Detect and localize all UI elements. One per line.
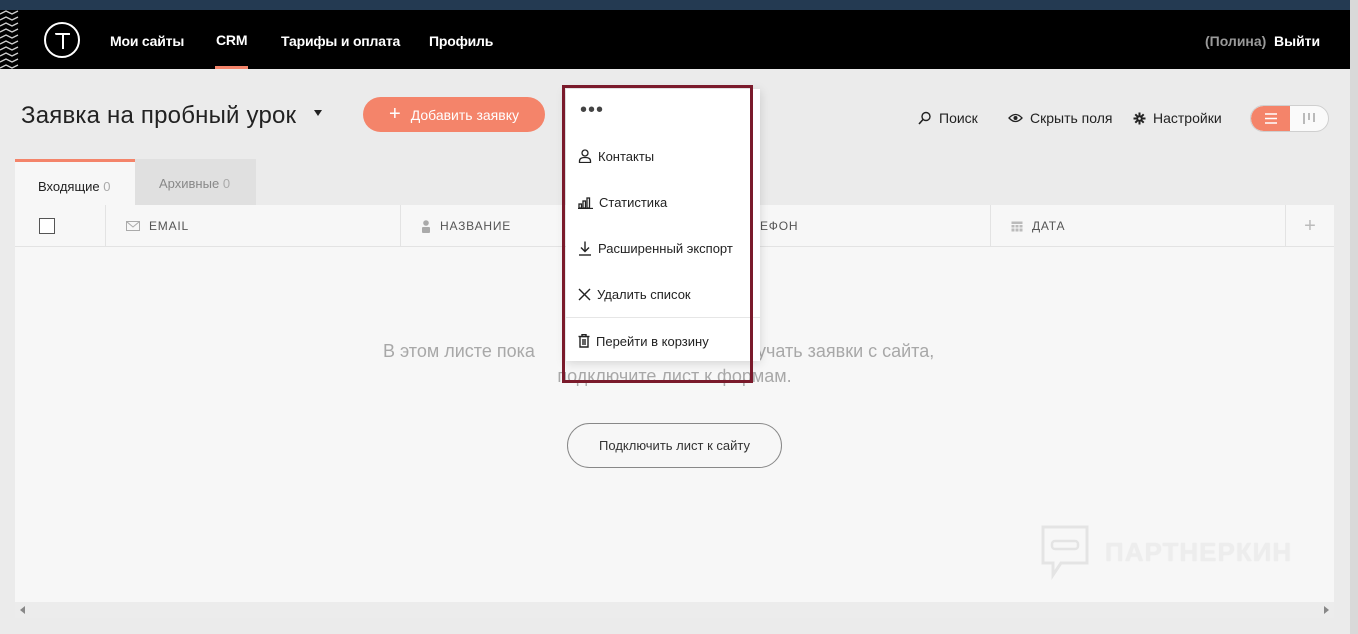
column-email[interactable]: EMAIL [105, 205, 400, 247]
menu-item-go-to-trash[interactable]: Перейти в корзину [566, 326, 760, 356]
person-outline-icon [578, 149, 592, 163]
column-email-label: EMAIL [149, 219, 190, 233]
eye-icon [1008, 113, 1023, 123]
tilda-logo-icon[interactable] [44, 22, 80, 58]
search-icon [918, 111, 931, 125]
watermark: ПАРТНЕРКИН [1039, 523, 1292, 581]
tab-incoming-count: 0 [103, 179, 111, 194]
page-title[interactable]: Заявка на пробный урок [21, 102, 296, 130]
nav-active-indicator [215, 66, 248, 69]
menu-divider [566, 317, 760, 318]
nav-profile[interactable]: Профиль [429, 33, 493, 49]
search-tool[interactable]: Поиск [918, 110, 978, 126]
search-label: Поиск [939, 110, 978, 126]
column-name-label: НАЗВАНИЕ [440, 219, 512, 233]
calendar-icon [1011, 221, 1023, 232]
plus-icon: + [389, 102, 401, 125]
add-column-button[interactable]: + [1285, 205, 1334, 247]
menu-item-statistics-label: Статистика [599, 194, 668, 210]
hide-fields-label: Скрыть поля [1030, 110, 1113, 126]
kanban-icon[interactable] [1290, 106, 1329, 131]
nav-tariffs[interactable]: Тарифы и оплата [281, 33, 400, 49]
add-request-label: Добавить заявку [410, 106, 519, 123]
settings-tool[interactable]: Настройки [1133, 110, 1222, 126]
menu-item-contacts-label: Контакты [598, 148, 655, 164]
envelope-icon [126, 221, 140, 231]
hide-fields-tool[interactable]: Скрыть поля [1008, 110, 1113, 126]
view-toggle[interactable] [1250, 105, 1329, 132]
connect-list-button[interactable]: Подключить лист к сайту [567, 423, 782, 468]
more-actions-menu: ••• Контакты Статистика Расширенный эксп… [566, 89, 760, 361]
menu-item-statistics[interactable]: Статистика [566, 187, 760, 217]
empty-state-line1-left: В этом листе пока [383, 341, 535, 361]
user-name: (Полина) [1205, 33, 1267, 49]
tab-archive[interactable]: Архивные 0 [135, 159, 256, 205]
person-icon [422, 219, 430, 233]
top-navigation-bar: Мои сайты CRM Тарифы и оплата Профиль (П… [0, 10, 1350, 69]
menu-item-extended-export-label: Расширенный экспорт [598, 240, 733, 256]
bar-chart-icon [578, 196, 593, 209]
trash-icon [578, 334, 590, 348]
gear-icon [1133, 112, 1146, 124]
horizontal-scrollbar[interactable] [15, 602, 1334, 618]
nav-my-sites[interactable]: Мои сайты [110, 33, 184, 49]
list-icon [1265, 113, 1277, 124]
list-view-button[interactable] [1251, 106, 1290, 131]
scroll-left-icon[interactable] [20, 606, 25, 614]
more-dots-icon[interactable]: ••• [580, 100, 604, 120]
column-date[interactable]: ДАТА [990, 205, 1285, 247]
add-request-button[interactable]: + Добавить заявку [363, 97, 545, 132]
window-top-strip [0, 0, 1358, 10]
menu-item-extended-export[interactable]: Расширенный экспорт [566, 233, 760, 263]
tab-incoming[interactable]: Входящие 0 [15, 159, 135, 205]
logout-link[interactable]: Выйти [1274, 33, 1320, 49]
menu-item-delete-list[interactable]: Удалить список [566, 279, 760, 309]
logo-t-stem [62, 34, 64, 49]
tab-incoming-label: Входящие [38, 179, 100, 194]
nav-crm[interactable]: CRM [216, 32, 247, 48]
watermark-text: ПАРТНЕРКИН [1105, 536, 1293, 567]
select-all-checkbox[interactable] [39, 218, 55, 234]
tab-archive-count: 0 [222, 176, 231, 191]
caret-down-icon[interactable] [314, 110, 322, 116]
zigzag-decoration-icon [0, 10, 19, 69]
column-date-label: ДАТА [1032, 219, 1066, 233]
vertical-scrollbar[interactable] [1350, 0, 1358, 634]
empty-state-line2: подключите лист к формам. [557, 366, 792, 386]
scroll-right-icon[interactable] [1324, 606, 1329, 614]
empty-state-line1-right: учать заявки с сайта, [757, 341, 935, 361]
watermark-logo-icon [1041, 525, 1089, 580]
column-phone-label: ЕФОН [760, 219, 799, 233]
settings-label: Настройки [1153, 110, 1222, 126]
tab-archive-label: Архивные [159, 176, 220, 191]
menu-item-go-to-trash-label: Перейти в корзину [596, 333, 709, 349]
close-icon [578, 288, 591, 300]
download-icon [579, 241, 591, 256]
column-phone[interactable]: ЕФОН [755, 205, 990, 247]
menu-item-delete-list-label: Удалить список [597, 286, 691, 302]
menu-item-contacts[interactable]: Контакты [566, 141, 760, 171]
